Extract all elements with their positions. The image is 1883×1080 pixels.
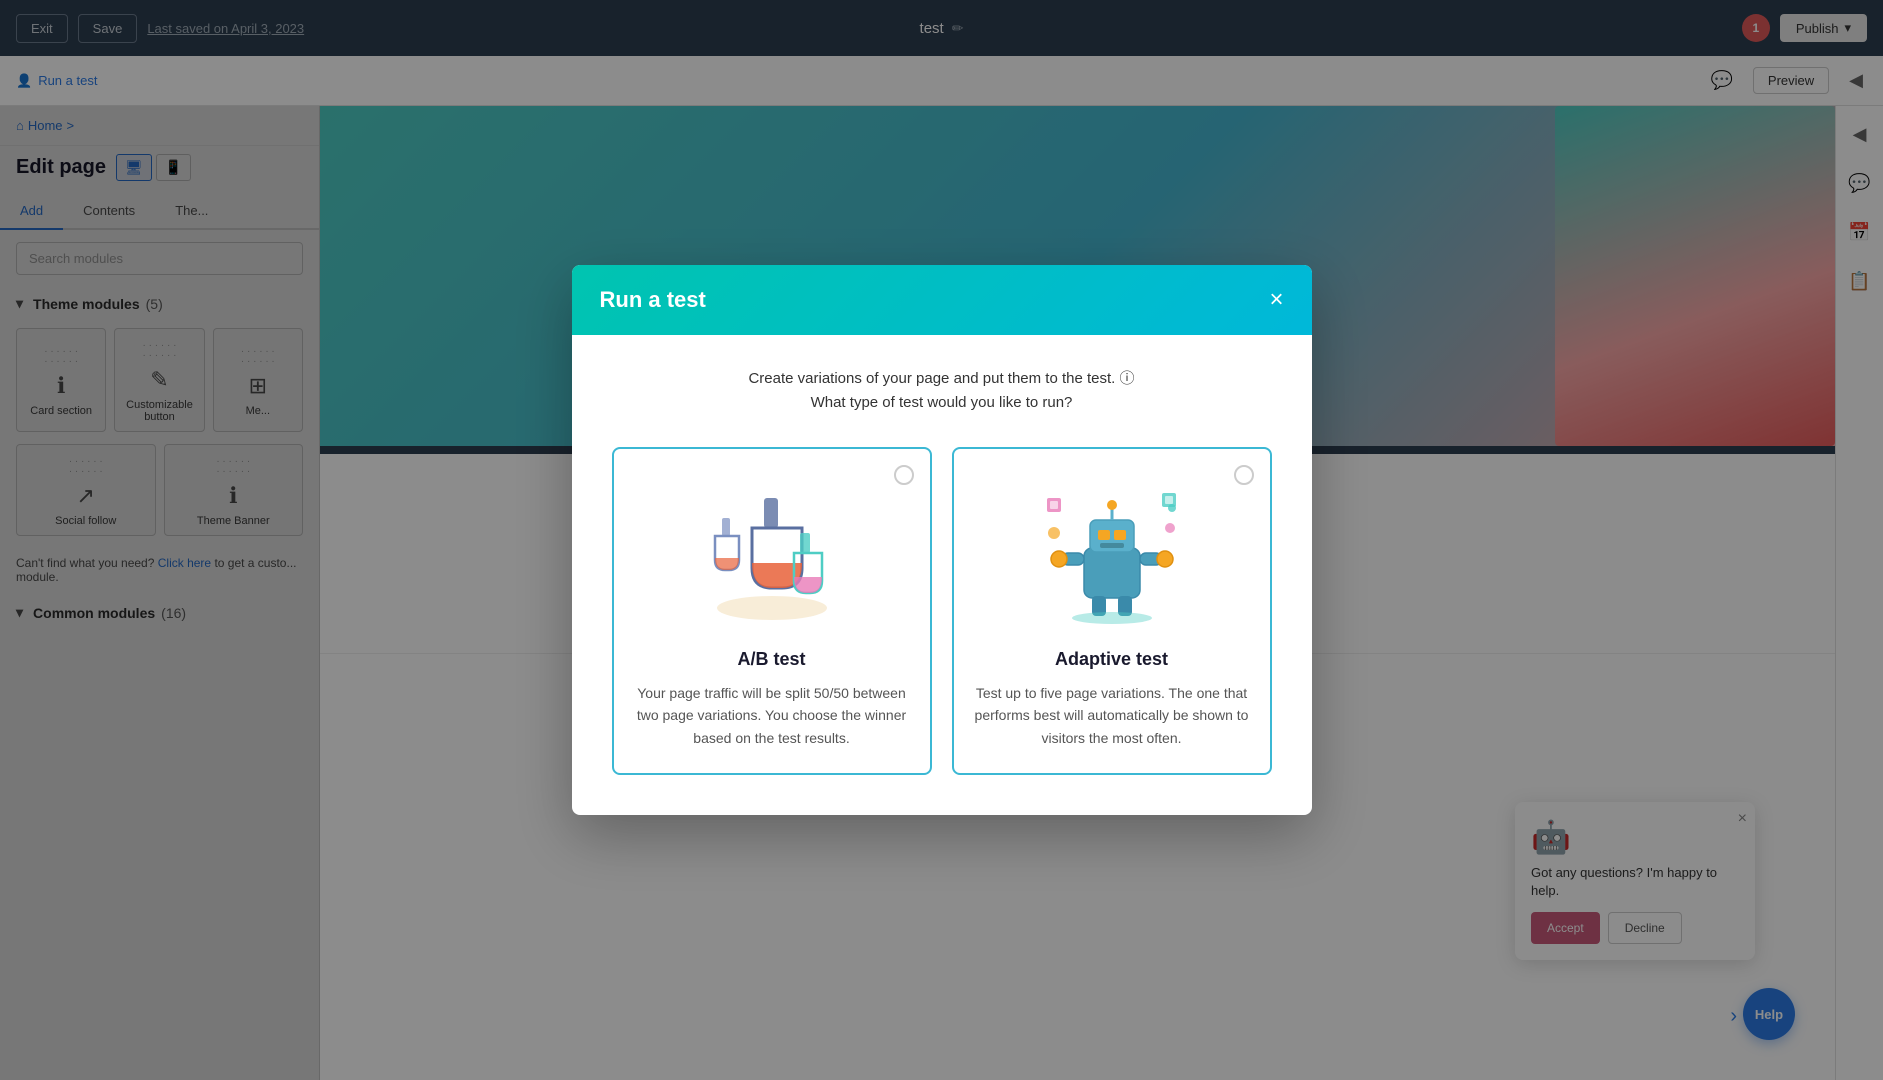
adaptive-test-card[interactable]: Adaptive test Test up to five page varia… [952,447,1272,775]
ab-test-radio[interactable] [894,465,914,485]
ab-test-card[interactable]: A/B test Your page traffic will be split… [612,447,932,775]
modal-overlay[interactable]: Run a test × Create variations of your p… [0,0,1883,1080]
ab-test-title: A/B test [737,649,805,670]
adaptive-test-title: Adaptive test [1055,649,1168,670]
modal-body: Create variations of your page and put t… [572,335,1312,815]
adaptive-test-image [1032,473,1192,633]
modal-header: Run a test × [572,265,1312,335]
adaptive-test-radio[interactable] [1234,465,1254,485]
ab-test-svg [692,478,852,628]
modal-subtitle: Create variations of your page and put t… [612,367,1272,415]
ab-test-image [692,473,852,633]
run-test-modal: Run a test × Create variations of your p… [572,265,1312,815]
modal-info-icon: ⓘ [1120,370,1135,387]
adaptive-test-description: Test up to five page variations. The one… [974,682,1250,749]
adaptive-test-svg [1032,478,1192,628]
ab-test-description: Your page traffic will be split 50/50 be… [634,682,910,749]
test-cards-container: A/B test Your page traffic will be split… [612,447,1272,775]
modal-close-button[interactable]: × [1269,288,1283,312]
modal-title: Run a test [600,287,706,313]
